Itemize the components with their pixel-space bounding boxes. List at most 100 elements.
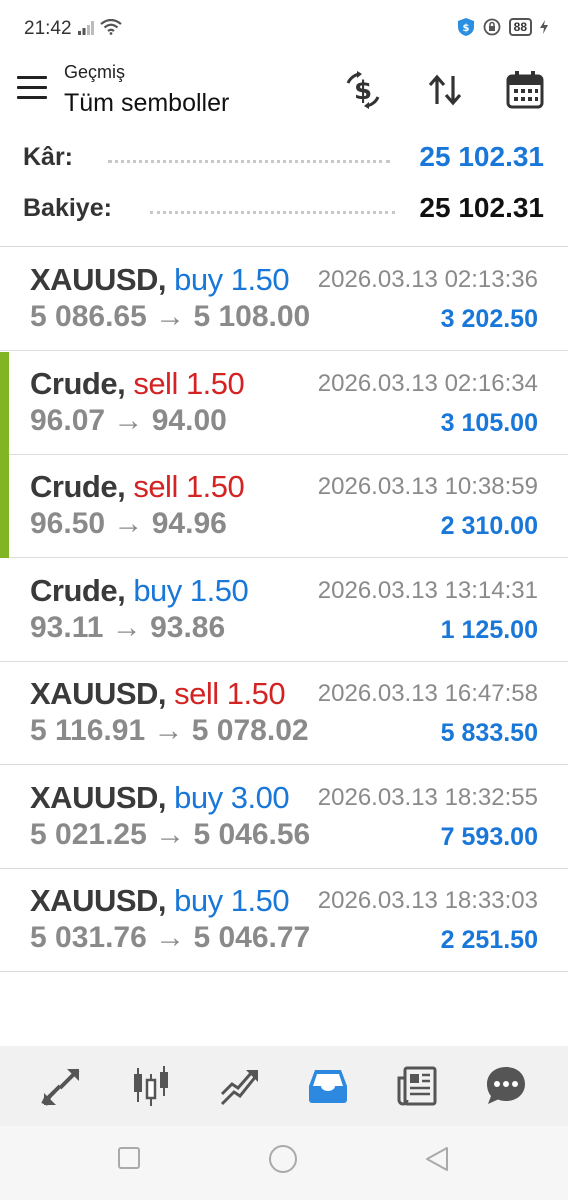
trade-symbol: XAUUSD, [30, 262, 167, 297]
nav-trade[interactable] [212, 1058, 268, 1114]
trade-direction: buy 1.50 [174, 883, 290, 918]
trade-direction: sell 1.50 [133, 366, 245, 401]
bottom-nav [0, 1046, 568, 1126]
shield-icon: $ [457, 18, 474, 36]
dollar-exchange-icon: $ [346, 71, 380, 109]
trade-title: XAUUSD, buy 1.50 [30, 262, 290, 298]
profit-row: Kâr: 25 102.31 [0, 137, 568, 187]
nav-chart[interactable] [123, 1058, 179, 1114]
trade-prices: 96.50 → 94.96 [30, 507, 227, 540]
trade-row[interactable]: XAUUSD, buy 3.00 2026.03.13 18:32:55 5 0… [0, 766, 568, 869]
trade-direction: buy 3.00 [174, 780, 290, 815]
trade-time: 2026.03.13 02:13:36 [317, 266, 538, 293]
trade-time: 2026.03.13 18:32:55 [317, 784, 538, 811]
trade-symbol: XAUUSD, [30, 676, 167, 711]
trade-prices: 5 116.91 → 5 078.02 [30, 714, 309, 747]
app-header: Geçmiş Tüm semboller $ [0, 56, 568, 134]
balance-row: Bakiye: 25 102.31 [0, 188, 568, 238]
trade-marker [0, 352, 9, 455]
balance-value: 25 102.31 [419, 192, 544, 223]
trade-direction: sell 1.50 [133, 469, 245, 504]
trade-profit: 5 833.50 [440, 719, 538, 747]
trade-symbol: XAUUSD, [30, 780, 167, 815]
trade-prices: 5 031.76 → 5 046.77 [30, 921, 311, 954]
square-icon [118, 1147, 140, 1169]
trade-direction: buy 1.50 [133, 573, 249, 608]
svg-text:$: $ [462, 23, 469, 34]
trade-prices: 5 086.65 → 5 108.00 [30, 300, 311, 333]
trade-prices: 93.11 → 93.86 [30, 611, 226, 644]
trade-title: XAUUSD, buy 3.00 [30, 780, 290, 816]
trade-title: XAUUSD, sell 1.50 [30, 676, 286, 712]
signal-icon [78, 21, 94, 35]
news-icon [397, 1066, 437, 1106]
menu-icon[interactable] [17, 76, 47, 102]
trade-row[interactable]: Crude, sell 1.50 2026.03.13 02:16:34 96.… [0, 352, 568, 455]
status-bar: 21:42 $ 88 [0, 0, 568, 56]
trade-prices: 96.07 → 94.00 [30, 404, 227, 437]
recent-apps-button[interactable] [117, 1146, 141, 1175]
trade-row[interactable]: XAUUSD, buy 1.50 2026.03.13 02:13:36 5 0… [0, 248, 568, 351]
nav-chat[interactable] [478, 1058, 534, 1114]
trade-time: 2026.03.13 13:14:31 [317, 577, 538, 604]
system-nav-bar [0, 1126, 568, 1200]
trade-symbol: Crude, [30, 366, 126, 401]
wifi-icon [100, 19, 122, 35]
home-button[interactable] [268, 1144, 298, 1179]
trade-profit: 2 251.50 [440, 926, 538, 954]
header-subtitle: Geçmiş [64, 62, 126, 82]
trade-direction: buy 1.50 [174, 262, 290, 297]
trade-title: Crude, sell 1.50 [30, 366, 245, 402]
trade-row[interactable]: XAUUSD, buy 1.50 2026.03.13 18:33:03 5 0… [0, 869, 568, 972]
trade-row[interactable]: Crude, buy 1.50 2026.03.13 13:14:31 93.1… [0, 559, 568, 662]
balance-label: Bakiye: [23, 194, 112, 222]
calendar-button[interactable] [503, 68, 547, 112]
battery-indicator: 88 [508, 18, 532, 36]
calendar-icon [506, 71, 544, 109]
trade-profit: 3 202.50 [440, 305, 538, 333]
trade-time: 2026.03.13 18:33:03 [317, 887, 538, 914]
profit-dots [108, 159, 390, 163]
status-right-icons: $ 88 [457, 17, 548, 37]
trade-profit: 7 593.00 [440, 823, 538, 851]
trade-row[interactable]: XAUUSD, sell 1.50 2026.03.13 16:47:58 5 … [0, 662, 568, 765]
trade-time: 2026.03.13 16:47:58 [317, 680, 538, 707]
charging-icon [540, 20, 548, 34]
sort-button[interactable] [423, 68, 467, 112]
trade-profit: 1 125.00 [440, 616, 538, 644]
trade-time: 2026.03.13 02:16:34 [317, 370, 538, 397]
header-title[interactable]: Tüm semboller [64, 89, 229, 118]
trade-time: 2026.03.13 10:38:59 [317, 473, 538, 500]
svg-text:$: $ [354, 76, 372, 106]
nav-news[interactable] [389, 1058, 445, 1114]
trade-symbol: Crude, [30, 573, 126, 608]
status-left-icons [78, 19, 122, 35]
deposit-withdraw-button[interactable]: $ [341, 68, 385, 112]
sort-arrows-icon [428, 74, 462, 106]
vpn-lock-icon [483, 18, 501, 36]
history-icon [309, 1070, 348, 1103]
back-button[interactable] [424, 1146, 450, 1177]
trade-title: Crude, buy 1.50 [30, 573, 249, 609]
trade-title: Crude, sell 1.50 [30, 469, 245, 505]
trade-prices: 5 021.25 → 5 046.56 [30, 818, 311, 851]
trade-direction: sell 1.50 [174, 676, 286, 711]
trade-row[interactable]: Crude, sell 1.50 2026.03.13 10:38:59 96.… [0, 455, 568, 558]
profit-value: 25 102.31 [419, 141, 544, 172]
profit-label: Kâr: [23, 143, 74, 171]
nav-history[interactable] [300, 1058, 356, 1114]
trade-symbol: Crude, [30, 469, 126, 504]
status-time: 21:42 [24, 18, 72, 39]
trade-profit: 2 310.00 [440, 512, 538, 540]
trade-icon [220, 1070, 258, 1106]
balance-dots [150, 210, 395, 214]
trade-title: XAUUSD, buy 1.50 [30, 883, 290, 919]
quotes-icon [41, 1068, 80, 1106]
trade-marker [0, 455, 9, 558]
trade-profit: 3 105.00 [440, 409, 538, 437]
chat-icon [486, 1067, 525, 1104]
candlestick-chart-icon [133, 1066, 168, 1106]
trade-symbol: XAUUSD, [30, 883, 167, 918]
circle-icon [269, 1145, 297, 1173]
nav-quotes[interactable] [34, 1058, 90, 1114]
